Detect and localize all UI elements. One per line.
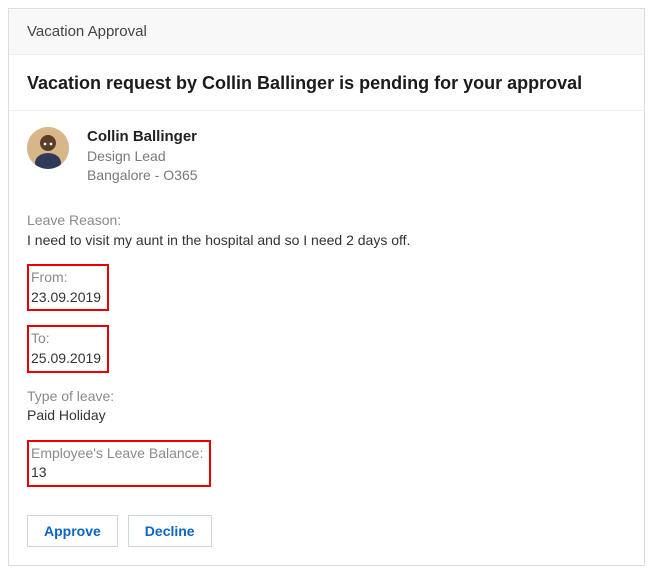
card-header: Vacation Approval bbox=[9, 9, 644, 55]
action-bar: Approve Decline bbox=[9, 505, 644, 565]
profile-name: Collin Ballinger bbox=[87, 127, 198, 147]
profile-meta: Collin Ballinger Design Lead Bangalore -… bbox=[87, 127, 198, 185]
field-balance-value: 13 bbox=[31, 463, 203, 483]
profile-location: Bangalore - O365 bbox=[87, 166, 198, 185]
vacation-approval-card: Vacation Approval Vacation request by Co… bbox=[8, 8, 645, 566]
field-balance-highlight: Employee's Leave Balance: 13 bbox=[27, 440, 211, 487]
card-header-title: Vacation Approval bbox=[27, 23, 147, 40]
approve-button[interactable]: Approve bbox=[27, 515, 118, 547]
field-to-highlight: To: 25.09.2019 bbox=[27, 325, 109, 372]
field-from-value: 23.09.2019 bbox=[31, 288, 101, 308]
field-type: Type of leave: Paid Holiday bbox=[27, 387, 626, 426]
field-reason: Leave Reason: I need to visit my aunt in… bbox=[27, 211, 626, 250]
field-reason-value: I need to visit my aunt in the hospital … bbox=[27, 231, 626, 251]
request-body: Leave Reason: I need to visit my aunt in… bbox=[9, 193, 644, 505]
field-balance-label: Employee's Leave Balance: bbox=[31, 444, 203, 464]
requester-profile: Collin Ballinger Design Lead Bangalore -… bbox=[9, 111, 644, 193]
field-to-label: To: bbox=[31, 329, 101, 349]
field-from-highlight: From: 23.09.2019 bbox=[27, 264, 109, 311]
profile-role: Design Lead bbox=[87, 147, 198, 166]
field-type-value: Paid Holiday bbox=[27, 406, 626, 426]
avatar-icon bbox=[27, 127, 69, 169]
card-headline: Vacation request by Collin Ballinger is … bbox=[9, 55, 644, 111]
field-type-label: Type of leave: bbox=[27, 387, 626, 407]
field-from-label: From: bbox=[31, 268, 101, 288]
field-reason-label: Leave Reason: bbox=[27, 211, 626, 231]
decline-button[interactable]: Decline bbox=[128, 515, 212, 547]
field-to-value: 25.09.2019 bbox=[31, 349, 101, 369]
avatar bbox=[27, 127, 69, 169]
